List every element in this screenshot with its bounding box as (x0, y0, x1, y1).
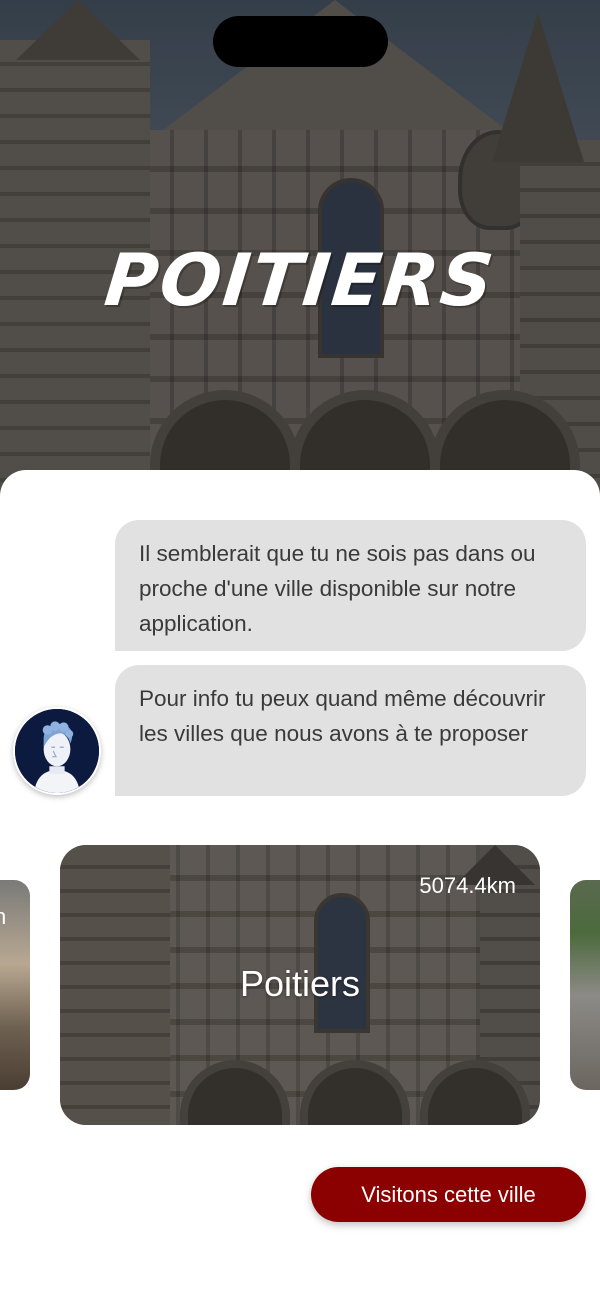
avatar (13, 707, 101, 795)
city-name: Poitiers (239, 963, 361, 1004)
hero-title: POITIERS (101, 238, 499, 322)
statue-bust-icon (15, 709, 99, 793)
chat-bubble-1: Il semblerait que tu ne sois pas dans ou… (115, 520, 586, 651)
previous-card-label: n (0, 904, 7, 929)
city-card[interactable]: 5074.4km Poitiers (60, 845, 540, 1125)
carousel-card-previous[interactable]: n (0, 880, 30, 1090)
hero-banner: POITIERS (0, 0, 600, 500)
camera-notch (213, 16, 388, 67)
chat-bubble-2: Pour info tu peux quand même découvrir l… (115, 665, 586, 796)
carousel-card-next[interactable] (570, 880, 600, 1090)
visit-city-button[interactable]: Visitons cette ville (311, 1167, 586, 1222)
city-distance: 5074.4km (419, 873, 516, 898)
